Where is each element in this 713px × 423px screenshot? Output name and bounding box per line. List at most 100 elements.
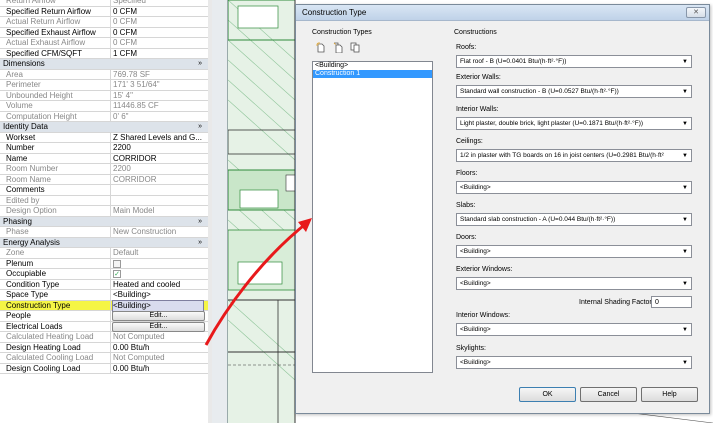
collapse-icon[interactable]: » bbox=[198, 122, 202, 132]
roofs-select[interactable]: Flat roof - B (U=0.0401 Btu/(h·ft²·°F)) ▼ bbox=[456, 55, 692, 68]
help-button[interactable]: Help bbox=[641, 387, 698, 402]
property-row-specified-cfm-sqft[interactable]: Specified CFM/SQFT 1 CFM bbox=[0, 48, 208, 59]
property-row-people[interactable]: People Edit... bbox=[0, 311, 208, 322]
property-label: Electrical Loads bbox=[6, 321, 63, 331]
floors-select[interactable]: <Building> ▼ bbox=[456, 181, 692, 194]
property-row-number[interactable]: Number 2200 bbox=[0, 143, 208, 154]
property-row-actual-return-airflow[interactable]: Actual Return Airflow 0 CFM bbox=[0, 17, 208, 28]
construction-types-list[interactable]: <Building> Construction 1 bbox=[312, 61, 433, 373]
property-row-calculated-cooling-load[interactable]: Calculated Cooling Load Not Computed bbox=[0, 353, 208, 364]
collapse-icon[interactable]: » bbox=[198, 217, 202, 227]
property-row-specified-return-airflow[interactable]: Specified Return Airflow 0 CFM bbox=[0, 6, 208, 17]
property-value[interactable]: Z Shared Levels and G... bbox=[113, 133, 203, 143]
dialog-titlebar[interactable]: Construction Type ✕ bbox=[296, 5, 709, 21]
property-row-condition-type[interactable]: Condition Type Heated and cooled bbox=[0, 279, 208, 290]
property-value[interactable]: 0.00 Btu/h bbox=[113, 343, 203, 353]
doors-select[interactable]: <Building> ▼ bbox=[456, 245, 692, 258]
properties-panel: Return Airflow Specified Specified Return … bbox=[0, 0, 210, 423]
property-row-comments[interactable]: Comments bbox=[0, 185, 208, 196]
column-divider bbox=[110, 321, 111, 332]
list-item-construction-1[interactable]: Construction 1 bbox=[313, 70, 432, 78]
property-row-unbounded-height[interactable]: Unbounded Height 15' 4" bbox=[0, 90, 208, 101]
checkbox[interactable] bbox=[113, 259, 121, 268]
property-row-electrical-loads[interactable]: Electrical Loads Edit... bbox=[0, 321, 208, 332]
property-value[interactable]: <Building> bbox=[112, 299, 204, 312]
chevron-down-icon: ▼ bbox=[682, 217, 688, 223]
internal-shading-factor-input[interactable]: 0 bbox=[651, 296, 692, 308]
floors-value: <Building> bbox=[460, 184, 491, 191]
property-value[interactable]: 0.00 Btu/h bbox=[113, 364, 203, 374]
property-label: Volume bbox=[6, 101, 33, 110]
property-row-perimeter[interactable]: Perimeter 171' 3 51/64" bbox=[0, 80, 208, 91]
property-row-space-type[interactable]: Space Type <Building> bbox=[0, 290, 208, 301]
copy-type-icon[interactable] bbox=[350, 42, 360, 53]
property-row-specified-exhaust-airflow[interactable]: Specified Exhaust Airflow 0 CFM bbox=[0, 27, 208, 38]
collapse-icon[interactable]: » bbox=[198, 238, 202, 248]
interior-windows-select[interactable]: <Building> ▼ bbox=[456, 323, 692, 336]
property-label: Specified Return Airflow bbox=[6, 6, 91, 16]
section-phasing[interactable]: Phasing » bbox=[0, 216, 208, 227]
property-row-edited-by[interactable]: Edited by bbox=[0, 195, 208, 206]
section-identity-data[interactable]: Identity Data » bbox=[0, 122, 208, 133]
property-row-workset[interactable]: Workset Z Shared Levels and G... bbox=[0, 132, 208, 143]
property-value[interactable]: <Building> bbox=[113, 290, 203, 300]
property-row-zone[interactable]: Zone Default bbox=[0, 248, 208, 259]
property-value[interactable]: 2200 bbox=[113, 143, 203, 153]
section-energy-analysis[interactable]: Energy Analysis » bbox=[0, 237, 208, 248]
column-divider bbox=[110, 90, 111, 101]
chevron-down-icon: ▼ bbox=[682, 89, 688, 95]
column-divider bbox=[110, 6, 111, 17]
skylights-select[interactable]: <Building> ▼ bbox=[456, 356, 692, 369]
cancel-button[interactable]: Cancel bbox=[580, 387, 637, 402]
property-row-plenum[interactable]: Plenum bbox=[0, 258, 208, 269]
property-value[interactable]: 1 CFM bbox=[113, 49, 203, 59]
list-item-building[interactable]: <Building> bbox=[313, 62, 432, 70]
property-row-area[interactable]: Area 769.78 SF bbox=[0, 69, 208, 80]
property-row-actual-exhaust-airflow[interactable]: Actual Exhaust Airflow 0 CFM bbox=[0, 38, 208, 49]
property-row-construction-type[interactable]: Construction Type <Building> bbox=[0, 299, 208, 312]
property-row-design-heating-load[interactable]: Design Heating Load 0.00 Btu/h bbox=[0, 342, 208, 353]
property-row-design-cooling-load[interactable]: Design Cooling Load 0.00 Btu/h bbox=[0, 363, 208, 374]
ok-button[interactable]: OK bbox=[519, 387, 576, 402]
property-label: Plenum bbox=[6, 258, 34, 268]
exterior-windows-value: <Building> bbox=[460, 280, 491, 287]
property-row-design-option[interactable]: Design Option Main Model bbox=[0, 206, 208, 217]
property-label: Calculated Heating Load bbox=[6, 332, 94, 341]
property-value: New Construction bbox=[113, 227, 177, 236]
column-divider bbox=[110, 48, 111, 59]
interior-walls-select[interactable]: Light plaster, double brick, light plast… bbox=[456, 117, 692, 130]
property-value[interactable]: 0 CFM bbox=[113, 7, 203, 17]
property-label: Design Heating Load bbox=[6, 342, 81, 352]
property-row-calculated-heating-load[interactable]: Calculated Heating Load Not Computed bbox=[0, 332, 208, 343]
property-value[interactable]: CORRIDOR bbox=[113, 154, 203, 164]
property-value[interactable]: 0 CFM bbox=[113, 28, 203, 38]
slabs-select[interactable]: Standard slab construction - A (U=0.044 … bbox=[456, 213, 692, 226]
property-row-occupiable[interactable]: Occupiable ✓ bbox=[0, 269, 208, 280]
property-value: 0 CFM bbox=[113, 17, 137, 26]
column-divider bbox=[110, 300, 111, 311]
doors-label: Doors: bbox=[456, 234, 477, 241]
property-row-name[interactable]: Name CORRIDOR bbox=[0, 153, 208, 164]
property-label: Room Number bbox=[6, 164, 59, 173]
property-row-phase[interactable]: Phase New Construction bbox=[0, 227, 208, 238]
edit-button[interactable]: Edit... bbox=[112, 311, 205, 321]
close-button[interactable]: ✕ bbox=[686, 7, 706, 18]
checkbox[interactable]: ✓ bbox=[113, 270, 121, 278]
duplicate-type-icon[interactable] bbox=[333, 42, 343, 53]
collapse-icon[interactable]: » bbox=[198, 59, 202, 69]
ceilings-select[interactable]: 1/2 in plaster with TG boards on 16 in j… bbox=[456, 149, 692, 162]
property-row-computation-height[interactable]: Computation Height 0' 6" bbox=[0, 111, 208, 122]
property-label: Specified CFM/SQFT bbox=[6, 48, 83, 58]
new-type-icon[interactable] bbox=[316, 42, 326, 53]
exterior-walls-select[interactable]: Standard wall construction - B (U=0.0527… bbox=[456, 85, 692, 98]
chevron-down-icon: ▼ bbox=[682, 185, 688, 191]
property-row-room-name[interactable]: Room Name CORRIDOR bbox=[0, 174, 208, 185]
section-dimensions[interactable]: Dimensions » bbox=[0, 59, 208, 70]
property-value: Not Computed bbox=[113, 332, 165, 341]
property-row-room-number[interactable]: Room Number 2200 bbox=[0, 164, 208, 175]
property-value[interactable]: Heated and cooled bbox=[113, 280, 203, 290]
edit-button[interactable]: Edit... bbox=[112, 321, 205, 332]
ceilings-value: 1/2 in plaster with TG boards on 16 in j… bbox=[460, 152, 664, 159]
property-row-volume[interactable]: Volume 11446.85 CF bbox=[0, 101, 208, 112]
exterior-windows-select[interactable]: <Building> ▼ bbox=[456, 277, 692, 290]
